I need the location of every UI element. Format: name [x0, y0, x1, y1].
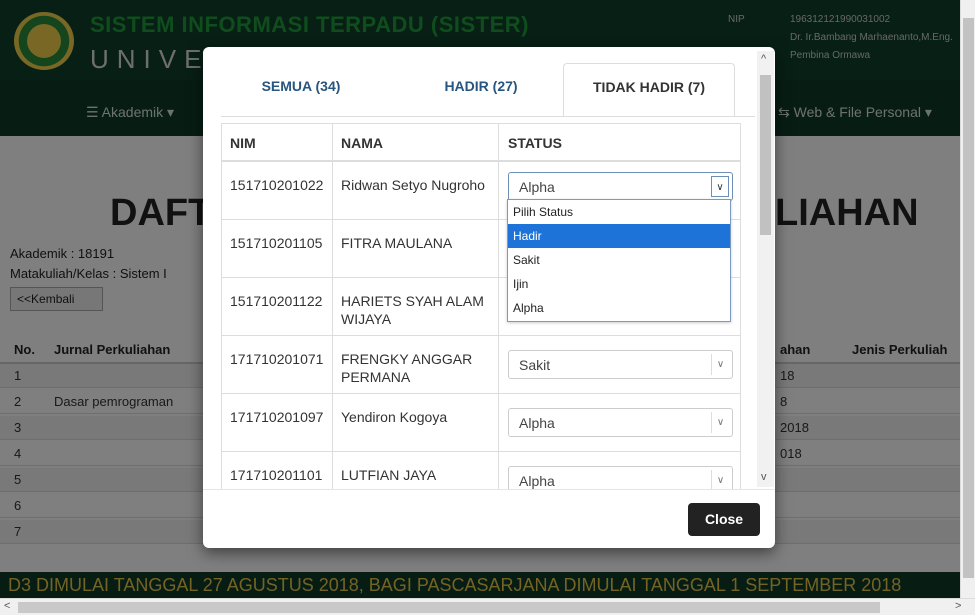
tab-semua[interactable]: SEMUA (34)	[221, 63, 381, 117]
status-option[interactable]: Pilih Status	[508, 200, 730, 224]
student-name: HARIETS SYAH ALAM WIJAYA	[341, 293, 484, 327]
page-hscroll-thumb[interactable]	[18, 602, 880, 613]
chevron-down-icon[interactable]: ∨	[711, 470, 729, 489]
close-button[interactable]: Close	[688, 503, 760, 536]
attendance-modal: SEMUA (34) HADIR (27) TIDAK HADIR (7) NI…	[203, 47, 775, 548]
status-select[interactable]: Alpha ∨	[508, 466, 733, 489]
scroll-right-icon[interactable]: >	[955, 600, 961, 612]
student-nim: 171710201071	[230, 351, 324, 367]
col-nama: NAMA	[341, 135, 383, 151]
student-nim: 171710201097	[230, 409, 324, 425]
status-select-value: Alpha	[519, 473, 555, 489]
scroll-up-icon[interactable]: ^	[761, 53, 766, 65]
attendance-tabs: SEMUA (34) HADIR (27) TIDAK HADIR (7)	[203, 47, 775, 117]
status-select-value: Sakit	[519, 357, 551, 373]
student-name: Yendiron Kogoya	[341, 409, 448, 425]
status-option[interactable]: Ijin	[508, 272, 730, 296]
page-horizontal-scrollbar[interactable]: < >	[0, 598, 975, 615]
col-nim: NIM	[230, 135, 256, 151]
student-name: Ridwan Setyo Nugroho	[341, 177, 485, 193]
absent-table-header: NIM NAMA STATUS	[222, 124, 740, 162]
modal-footer: Close	[203, 489, 775, 548]
status-option[interactable]: Alpha	[508, 296, 730, 320]
student-nim: 151710201122	[230, 293, 323, 309]
chevron-down-icon[interactable]: ∨	[711, 354, 729, 375]
page-vertical-scrollbar[interactable]	[960, 0, 975, 598]
modal-scrollbar[interactable]: ^ v	[757, 51, 774, 487]
tab-hadir[interactable]: HADIR (27)	[401, 63, 561, 117]
student-name: LUTFIAN JAYA	[341, 467, 437, 483]
scroll-left-icon[interactable]: <	[4, 600, 10, 612]
tab-tidak-hadir[interactable]: TIDAK HADIR (7)	[563, 63, 735, 117]
student-name: FRENGKY ANGGAR PERMANA	[341, 351, 473, 385]
status-select[interactable]: Alpha ∨	[508, 408, 733, 437]
status-select[interactable]: Alpha ∨	[508, 172, 733, 201]
status-dropdown-list[interactable]: Pilih Status Hadir Sakit Ijin Alpha	[507, 199, 731, 322]
page-scroll-thumb[interactable]	[963, 18, 974, 578]
student-nim: 171710201101	[230, 467, 323, 483]
modal-scroll-thumb[interactable]	[760, 75, 771, 235]
status-select-value: Alpha	[519, 415, 555, 431]
table-row: 171710201097 Yendiron Kogoya Alpha ∨	[222, 394, 740, 452]
scroll-down-icon[interactable]: v	[761, 471, 767, 483]
chevron-down-icon[interactable]: ∨	[711, 176, 729, 197]
status-select-value: Alpha	[519, 179, 555, 195]
table-row: 171710201071 FRENGKY ANGGAR PERMANA Sakit ∨	[222, 336, 740, 394]
chevron-down-icon[interactable]: ∨	[711, 412, 729, 433]
status-option[interactable]: Hadir	[508, 224, 730, 248]
student-nim: 151710201022	[230, 177, 324, 193]
status-option[interactable]: Sakit	[508, 248, 730, 272]
table-row: 171710201101 LUTFIAN JAYA Alpha ∨	[222, 452, 740, 489]
col-status: STATUS	[508, 135, 562, 151]
student-name: FITRA MAULANA	[341, 235, 453, 251]
student-nim: 151710201105	[230, 235, 323, 251]
status-select[interactable]: Sakit ∨	[508, 350, 733, 379]
